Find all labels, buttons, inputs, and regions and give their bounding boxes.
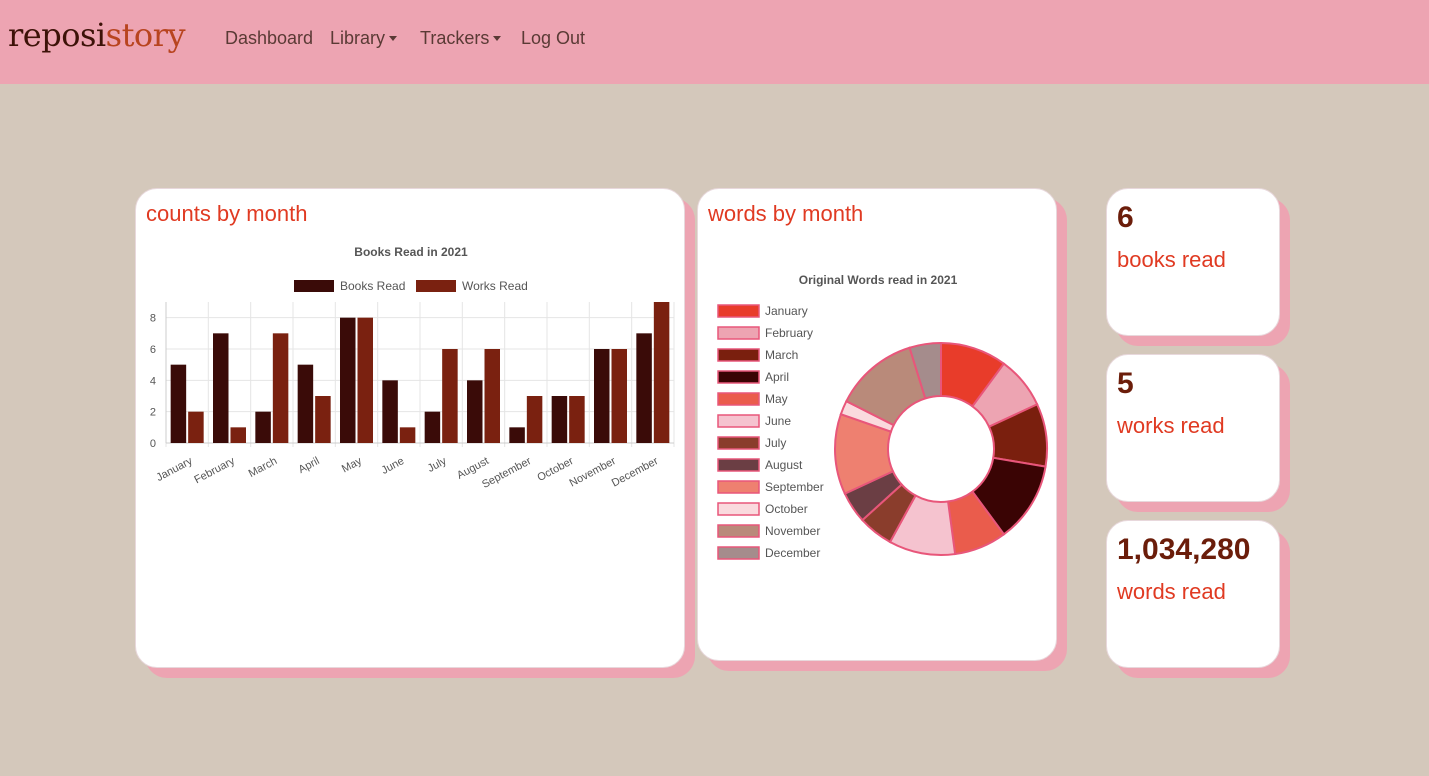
legend-label: May <box>765 392 788 406</box>
bar <box>636 333 652 443</box>
bar <box>442 349 458 443</box>
legend-swatch <box>717 414 760 428</box>
nav-library-label: Library <box>330 28 386 48</box>
chevron-down-icon <box>389 36 398 41</box>
chart-title: Original Words read in 2021 <box>799 273 958 287</box>
x-tick-label: February <box>192 455 237 486</box>
words-card: words by month Original Words read in 20… <box>697 188 1057 661</box>
x-tick-label: March <box>247 455 280 480</box>
nav-trackers-label: Trackers <box>420 28 490 48</box>
stat-number: 1,034,280 <box>1117 533 1251 566</box>
legend-label: September <box>765 480 824 494</box>
y-tick-label: 0 <box>150 438 156 450</box>
chart-title: Books Read in 2021 <box>354 245 468 259</box>
legend-label: June <box>765 414 791 428</box>
bar <box>297 364 314 443</box>
y-tick-label: 6 <box>150 344 156 356</box>
legend-swatch <box>294 280 334 292</box>
legend-label: January <box>765 304 808 318</box>
x-tick-label: July <box>426 455 449 475</box>
x-tick-label: November <box>567 455 618 490</box>
legend-swatch <box>717 524 760 538</box>
stat-label: words read <box>1117 579 1226 604</box>
stat-number: 6 <box>1117 201 1134 234</box>
brand-part2: story <box>105 16 186 54</box>
legend-label: August <box>765 458 803 472</box>
bar <box>213 333 229 443</box>
bar <box>467 380 483 443</box>
legend-swatch <box>416 280 456 292</box>
legend-swatch <box>717 370 760 384</box>
y-tick-label: 8 <box>150 313 156 325</box>
bar <box>569 396 585 443</box>
bar <box>255 411 271 443</box>
counts-card: counts by month Books Read in 2021 Books … <box>135 188 685 668</box>
navbar: reposistory Dashboard Library Trackers L… <box>0 0 1429 84</box>
legend-label: February <box>765 326 813 340</box>
legend-label: July <box>765 436 786 450</box>
legend-label: March <box>765 348 798 362</box>
bar <box>484 349 500 443</box>
bar <box>611 349 627 443</box>
bar <box>594 349 610 443</box>
stat-label: books read <box>1117 247 1226 272</box>
legend-swatch <box>717 480 760 494</box>
legend-label: Works Read <box>462 279 528 293</box>
stat-card-works: 5 works read <box>1106 354 1280 502</box>
legend-label: December <box>765 546 820 560</box>
legend-swatch <box>717 326 760 340</box>
brand-part1: reposi <box>8 16 106 54</box>
bar <box>509 427 525 443</box>
legend-label: April <box>765 370 789 384</box>
legend-swatch <box>717 348 760 362</box>
bar <box>424 411 441 443</box>
y-tick-label: 4 <box>150 375 156 387</box>
stat-number: 5 <box>1117 367 1134 400</box>
legend-label: November <box>765 524 820 538</box>
stat-card-words: 1,034,280 words read <box>1106 520 1280 668</box>
bar <box>230 427 246 443</box>
x-tick-label: June <box>380 455 407 477</box>
chevron-down-icon <box>493 36 502 41</box>
x-tick-label: December <box>610 455 661 490</box>
bar <box>357 317 373 443</box>
stat-card-books: 6 books read <box>1106 188 1280 336</box>
stat-label: works read <box>1117 413 1225 438</box>
x-tick-label: September <box>480 455 533 491</box>
legend-swatch <box>717 546 760 560</box>
nav-logout[interactable]: Log Out <box>521 28 585 49</box>
x-tick-label: April <box>297 455 322 476</box>
legend-swatch <box>717 502 760 516</box>
nav-dashboard[interactable]: Dashboard <box>225 28 313 49</box>
bar <box>315 396 331 443</box>
x-tick-label: May <box>340 455 364 476</box>
bar <box>188 411 204 443</box>
bar <box>526 396 543 443</box>
bar <box>170 364 187 443</box>
donut-chart: Original Words read in 2021 January Februa… <box>717 273 1048 560</box>
bar <box>399 427 416 443</box>
y-tick-label: 2 <box>150 407 156 419</box>
nav-trackers-dropdown[interactable]: Trackers <box>420 28 502 49</box>
legend-swatch <box>717 304 760 318</box>
legend-label: October <box>765 502 808 516</box>
legend-swatch <box>717 436 760 450</box>
bar <box>551 396 568 443</box>
bar <box>653 302 670 443</box>
bar <box>272 333 289 443</box>
legend-label: Books Read <box>340 279 405 293</box>
legend-swatch <box>717 392 760 406</box>
bar <box>382 380 398 443</box>
x-tick-label: January <box>154 455 195 484</box>
legend-swatch <box>717 458 760 472</box>
bar <box>340 317 356 443</box>
bar-chart: Books Read in 2021 Books Read Works Read 0 2… <box>150 245 675 491</box>
nav-library-dropdown[interactable]: Library <box>330 28 398 49</box>
brand-logo[interactable]: reposistory <box>8 16 186 54</box>
